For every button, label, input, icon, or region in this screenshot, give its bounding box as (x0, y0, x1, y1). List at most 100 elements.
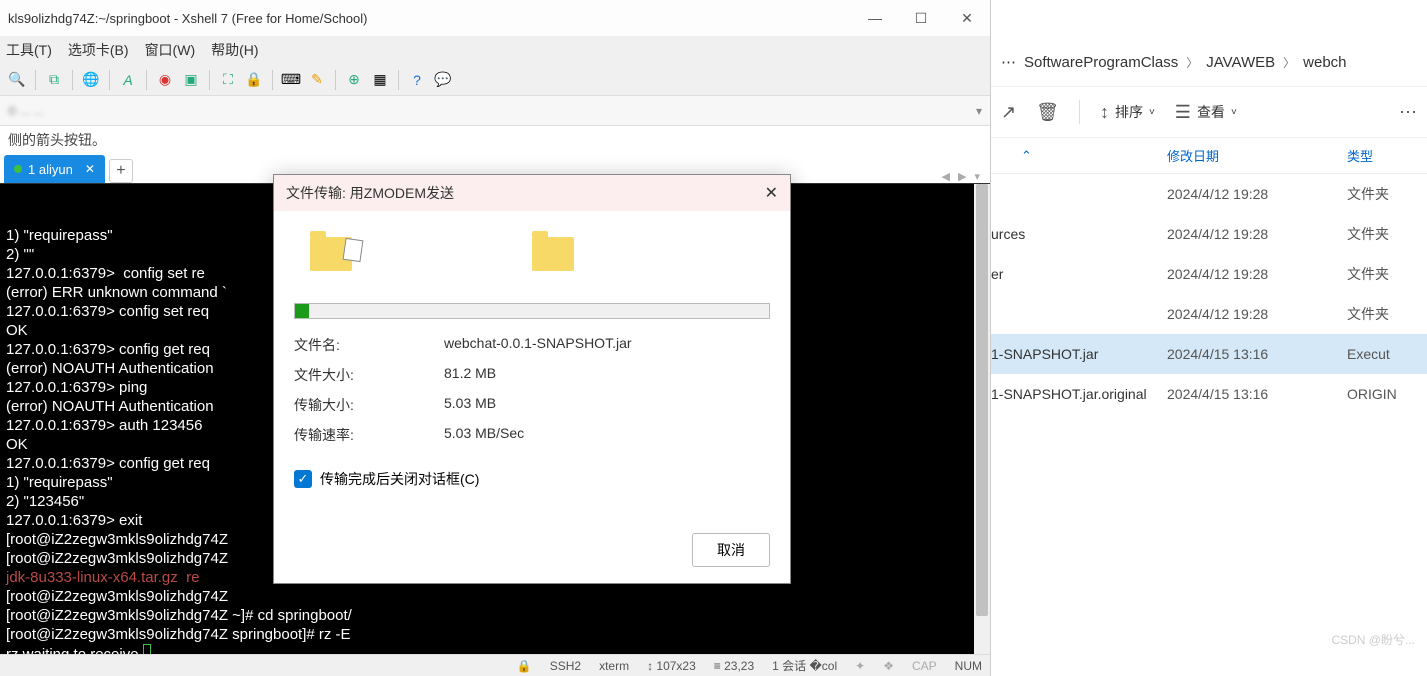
view-icon: ☰ (1175, 102, 1191, 123)
toolbar: 🔍 ⧉ 🌐 A ◉ ▣ ⛶ 🔒 ⌨ ✎ ⊕ ▦ ? 💬 (0, 64, 990, 96)
progress-fill (295, 304, 309, 318)
progress-bar (294, 303, 770, 319)
filename-label: 文件名: (294, 335, 444, 355)
terminal-scrollbar[interactable] (974, 184, 990, 654)
copy-icon[interactable]: ⧉ (43, 69, 65, 91)
menu-tools[interactable]: 工具(T) (6, 40, 52, 60)
file-type: 文件夹 (1347, 224, 1417, 244)
menubar: 工具(T) 选项卡(B) 窗口(W) 帮助(H) (0, 36, 990, 64)
status-dot-icon (14, 165, 22, 173)
menu-tabs[interactable]: 选项卡(B) (68, 40, 129, 60)
file-transfer-dialog: 文件传输: 用ZMODEM发送 ✕ 文件名:webchat-0.0.1-SNAP… (273, 174, 791, 584)
sb-size: ↕ 107x23 (647, 659, 696, 673)
file-row[interactable]: er2024/4/12 19:28文件夹 (991, 254, 1427, 294)
file-type: 文件夹 (1347, 184, 1417, 204)
session-tab[interactable]: 1 aliyun ✕ (4, 155, 105, 183)
file-date: 2024/4/12 19:28 (1167, 266, 1347, 282)
maximize-button[interactable]: ☐ (898, 0, 944, 36)
checkbox-icon: ✓ (294, 470, 312, 488)
file-date: 2024/4/15 13:16 (1167, 346, 1347, 362)
filesize-label: 文件大小: (294, 365, 444, 385)
cancel-button[interactable]: 取消 (692, 533, 770, 567)
file-row[interactable]: urces2024/4/12 19:28文件夹 (991, 214, 1427, 254)
minimize-button[interactable]: — (852, 0, 898, 36)
breadcrumb-item[interactable]: webch (1303, 54, 1346, 71)
breadcrumb-more-icon[interactable]: ⋯ (1001, 53, 1016, 71)
ssh-lock-icon: 🔒 (517, 659, 532, 673)
menu-help[interactable]: 帮助(H) (211, 40, 258, 60)
font-icon[interactable]: A (117, 69, 139, 91)
share-icon[interactable]: ↗ (1001, 102, 1016, 123)
lock-icon[interactable]: 🔒 (243, 69, 265, 91)
file-date: 2024/4/15 13:16 (1167, 386, 1347, 402)
dropdown-icon[interactable]: ▾ (976, 104, 982, 118)
green-square-icon[interactable]: ▣ (180, 69, 202, 91)
file-date: 2024/4/12 19:28 (1167, 306, 1347, 322)
red-circle-icon[interactable]: ◉ (154, 69, 176, 91)
file-type: Execut (1347, 346, 1417, 362)
file-row[interactable]: 1-SNAPSHOT.jar2024/4/15 13:16Execut (991, 334, 1427, 374)
globe-icon[interactable]: 🌐 (80, 69, 102, 91)
expand-icon[interactable]: ⌃ (1001, 148, 1032, 164)
help-icon[interactable]: ? (406, 69, 428, 91)
address-bar[interactable]: © ... ... ▾ (0, 96, 990, 126)
add-tab-button[interactable]: + (109, 159, 133, 183)
sb-num: NUM (955, 659, 982, 673)
add-icon[interactable]: ⊕ (343, 69, 365, 91)
file-type: 文件夹 (1347, 264, 1417, 284)
dialog-close-icon[interactable]: ✕ (765, 183, 778, 203)
file-row[interactable]: 2024/4/12 19:28文件夹 (991, 174, 1427, 214)
close-button[interactable]: ✕ (944, 0, 990, 36)
tab-close-icon[interactable]: ✕ (85, 162, 95, 176)
sb-up-icon[interactable]: ✦ (855, 659, 865, 673)
sb-cap: CAP (912, 659, 937, 673)
tab-next-icon[interactable]: ▶ (958, 170, 966, 183)
highlight-icon[interactable]: ✎ (306, 69, 328, 91)
delete-icon[interactable]: 🗑 (1036, 102, 1059, 123)
sb-session: 1 会话 �col (772, 657, 837, 674)
menu-window[interactable]: 窗口(W) (145, 40, 196, 60)
file-date: 2024/4/12 19:28 (1167, 186, 1347, 202)
xshell-window: kls9olizhdg74Z:~/springboot - Xshell 7 (… (0, 0, 991, 676)
tab-prev-icon[interactable]: ◀ (942, 170, 950, 183)
dialog-titlebar: 文件传输: 用ZMODEM发送 ✕ (274, 175, 790, 211)
keyboard-icon[interactable]: ⌨ (280, 69, 302, 91)
column-type[interactable]: 类型 (1347, 146, 1417, 165)
more-icon[interactable]: ⋯ (1399, 102, 1417, 123)
tab-menu-icon[interactable]: ▾ (974, 170, 980, 183)
fullscreen-icon[interactable]: ⛶ (217, 69, 239, 91)
file-row[interactable]: 2024/4/12 19:28文件夹 (991, 294, 1427, 334)
address-text: © ... ... (8, 104, 976, 118)
file-row[interactable]: 1-SNAPSHOT.jar.original2024/4/15 13:16OR… (991, 374, 1427, 414)
file-name: 1-SNAPSHOT.jar (991, 346, 1167, 362)
tab-label: 1 aliyun (28, 162, 73, 177)
speed-label: 传输速率: (294, 425, 444, 445)
breadcrumb-item[interactable]: SoftwareProgramClass (1024, 54, 1178, 71)
statusbar: 🔒 SSH2 xterm ↕ 107x23 ≡ 23,23 1 会话 �col … (0, 654, 990, 676)
grid-icon[interactable]: ▦ (369, 69, 391, 91)
dialog-body: 文件名:webchat-0.0.1-SNAPSHOT.jar 文件大小:81.2… (274, 211, 790, 521)
window-controls: — ☐ ✕ (852, 0, 990, 36)
window-title: kls9olizhdg74Z:~/springboot - Xshell 7 (… (8, 11, 367, 26)
file-list: 2024/4/12 19:28文件夹urces2024/4/12 19:28文件… (991, 174, 1427, 676)
chevron-right-icon: 〉 (1186, 54, 1198, 71)
sb-term: xterm (599, 659, 629, 673)
watermark: CSDN @盼兮... (1331, 631, 1415, 648)
close-on-complete-checkbox[interactable]: ✓ 传输完成后关闭对话框(C) (294, 469, 770, 489)
file-name: er (991, 266, 1167, 282)
explorer-pane: ⋯ SoftwareProgramClass 〉 JAVAWEB 〉 webch… (991, 0, 1427, 676)
transize-label: 传输大小: (294, 395, 444, 415)
sb-down-icon[interactable]: ❖ (883, 659, 894, 673)
search-icon[interactable]: 🔍 (6, 69, 28, 91)
speed-value: 5.03 MB/Sec (444, 425, 524, 445)
breadcrumb-item[interactable]: JAVAWEB (1206, 54, 1275, 71)
hint-text: 侧的箭头按钮。 (0, 126, 990, 154)
explorer-toolbar: ↗ 🗑 ↕排序 ˅ ☰查看 ˅ ⋯ (991, 86, 1427, 138)
column-headers: ⌃ 修改日期 类型 (991, 138, 1427, 174)
view-button[interactable]: ☰查看 ˅ (1175, 102, 1237, 123)
column-date[interactable]: 修改日期 (1167, 146, 1347, 165)
sort-button[interactable]: ↕排序 ˅ (1100, 102, 1155, 123)
sb-ssh: SSH2 (550, 659, 581, 673)
chat-icon[interactable]: 💬 (432, 69, 454, 91)
source-folder-icon (310, 237, 352, 271)
